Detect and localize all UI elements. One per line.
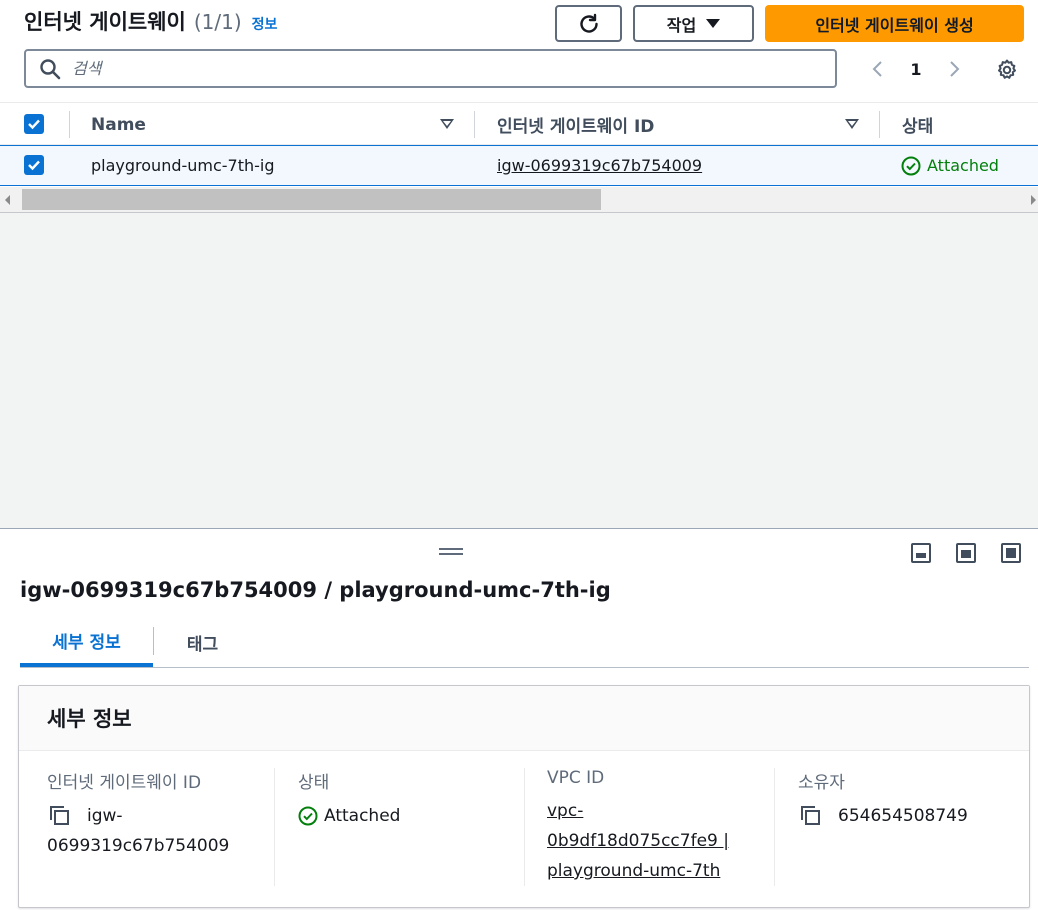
gear-icon <box>998 59 1016 79</box>
success-check-icon <box>298 806 318 826</box>
success-check-icon <box>901 156 921 175</box>
select-all-checkbox[interactable] <box>24 114 44 134</box>
pagination: 1 <box>860 52 980 86</box>
actions-dropdown-button[interactable]: 작업 <box>633 5 754 42</box>
refresh-icon <box>579 13 598 33</box>
row-checkbox[interactable] <box>24 155 44 175</box>
field-label: 상태 <box>298 773 330 793</box>
sort-icon[interactable] <box>845 119 859 129</box>
vpc-id-link[interactable]: vpc- <box>547 796 767 826</box>
preferences-button[interactable] <box>992 55 1022 85</box>
panel-position-side-button[interactable] <box>956 543 976 563</box>
tab-divider <box>153 627 154 655</box>
field-value: 654654508749 <box>838 806 968 826</box>
copy-icon[interactable] <box>798 803 824 829</box>
field-divider <box>274 768 275 886</box>
horizontal-scrollbar[interactable] <box>0 187 1038 213</box>
detail-tabs: 세부 정보 태그 <box>20 618 1029 668</box>
copy-icon[interactable] <box>47 803 73 829</box>
row-igw-id-link[interactable]: igw-0699319c67b754009 <box>497 146 702 185</box>
sort-icon[interactable] <box>440 119 454 129</box>
column-header-igw-id[interactable]: 인터넷 게이트웨이 ID <box>497 103 654 146</box>
field-state: 상태 Attached <box>298 768 518 888</box>
column-header-name[interactable]: Name <box>91 103 146 146</box>
selection-count: (1/1) <box>193 10 242 34</box>
column-divider[interactable] <box>879 111 880 138</box>
scroll-right-icon[interactable] <box>1031 195 1036 205</box>
scroll-left-icon[interactable] <box>5 195 10 205</box>
panel-position-bottom-button[interactable] <box>911 543 931 563</box>
chevron-right-icon <box>950 61 960 77</box>
split-panel-resize-handle[interactable] <box>439 548 463 558</box>
field-label: VPC ID <box>547 768 605 788</box>
field-value: igw- <box>87 806 123 826</box>
page-header: 인터넷 게이트웨이 (1/1) 정보 <box>24 6 277 38</box>
refresh-button[interactable] <box>555 5 622 42</box>
details-section-title: 세부 정보 <box>19 686 1029 751</box>
column-divider[interactable] <box>474 111 475 138</box>
row-name: playground-umc-7th-ig <box>91 156 275 175</box>
tab-tags[interactable]: 태그 <box>160 618 245 667</box>
field-vpc-id: VPC ID vpc- 0b9df18d075cc7fe9 | playgrou… <box>547 768 767 888</box>
row-status-text: Attached <box>927 156 999 175</box>
panel-position-full-button[interactable] <box>1001 543 1021 563</box>
tab-details[interactable]: 세부 정보 <box>20 618 153 667</box>
info-link[interactable]: 정보 <box>252 14 278 34</box>
caret-down-icon <box>706 19 721 28</box>
page-title: 인터넷 게이트웨이 <box>24 10 186 34</box>
checkmark-icon <box>28 119 40 130</box>
create-internet-gateway-button[interactable]: 인터넷 게이트웨이 생성 <box>765 5 1024 42</box>
vpc-id-link-cont[interactable]: 0b9df18d075cc7fe9 | <box>547 826 767 856</box>
field-value-cont: 0699319c67b754009 <box>47 836 230 856</box>
actions-label: 작업 <box>666 15 697 35</box>
field-label: 소유자 <box>798 773 845 793</box>
page-number[interactable]: 1 <box>896 60 936 79</box>
table-empty-area <box>0 213 1038 529</box>
search-icon <box>40 58 61 79</box>
field-igw-id: 인터넷 게이트웨이 ID igw- 0699319c67b754009 <box>47 768 267 888</box>
table-header: Name 인터넷 게이트웨이 ID 상태 <box>0 102 1038 145</box>
field-divider <box>524 768 525 886</box>
field-divider <box>774 768 775 886</box>
checkmark-icon <box>28 160 40 171</box>
next-page-button[interactable] <box>936 52 972 86</box>
field-owner: 소유자 654654508749 <box>798 768 1018 888</box>
field-value: Attached <box>324 806 401 826</box>
search-box[interactable] <box>24 49 837 88</box>
column-divider <box>69 111 70 138</box>
scrollbar-thumb[interactable] <box>22 189 601 210</box>
previous-page-button[interactable] <box>860 52 896 86</box>
vpc-name-link[interactable]: playground-umc-7th <box>547 856 767 886</box>
column-header-status[interactable]: 상태 <box>902 103 933 146</box>
details-card: 세부 정보 인터넷 게이트웨이 ID igw- 0699319c67b75400… <box>18 685 1030 908</box>
row-status: Attached <box>901 146 999 185</box>
field-label: 인터넷 게이트웨이 ID <box>47 773 202 793</box>
detail-title: igw-0699319c67b754009 / playground-umc-7… <box>20 578 611 602</box>
chevron-left-icon <box>872 61 882 77</box>
search-input[interactable] <box>72 59 772 78</box>
table-row[interactable]: playground-umc-7th-ig igw-0699319c67b754… <box>0 145 1038 186</box>
